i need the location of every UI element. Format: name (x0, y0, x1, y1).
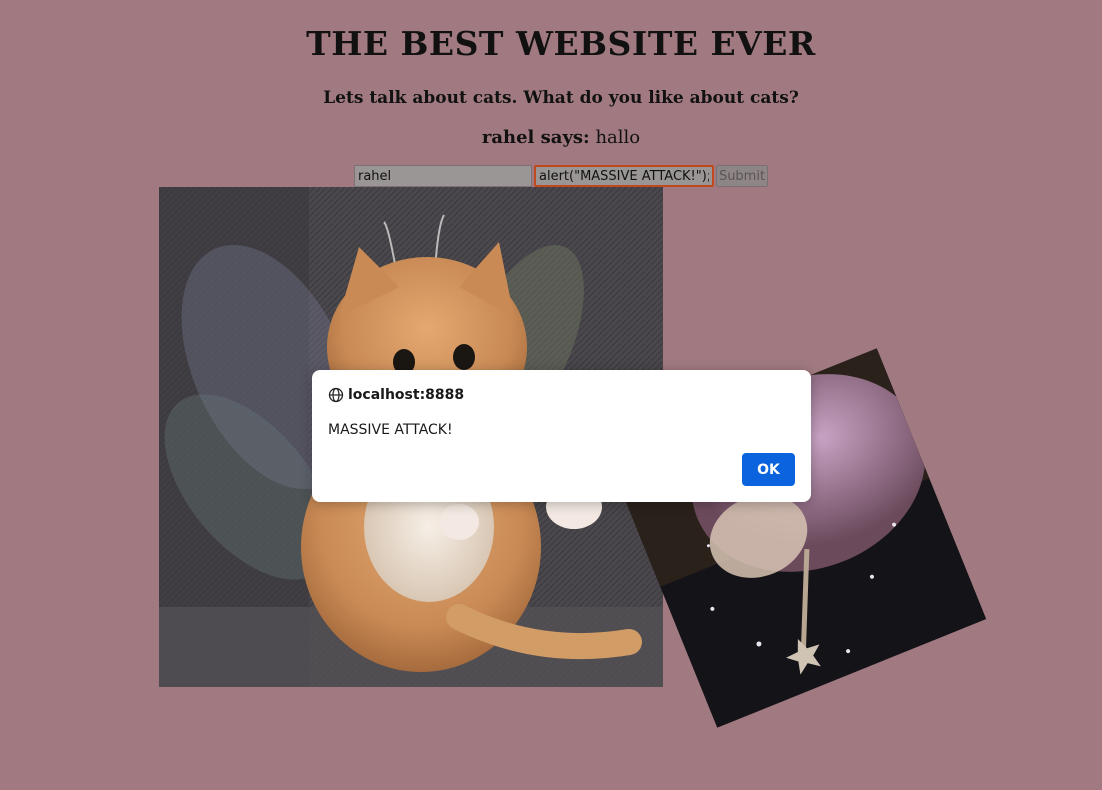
ok-button[interactable]: OK (742, 453, 795, 486)
dialog-message: MASSIVE ATTACK! (328, 422, 453, 438)
globe-icon (328, 387, 344, 403)
alert-dialog: localhost:8888 MASSIVE ATTACK! OK (312, 370, 811, 502)
dialog-origin-text: localhost:8888 (348, 387, 465, 403)
dialog-origin: localhost:8888 (328, 386, 464, 404)
